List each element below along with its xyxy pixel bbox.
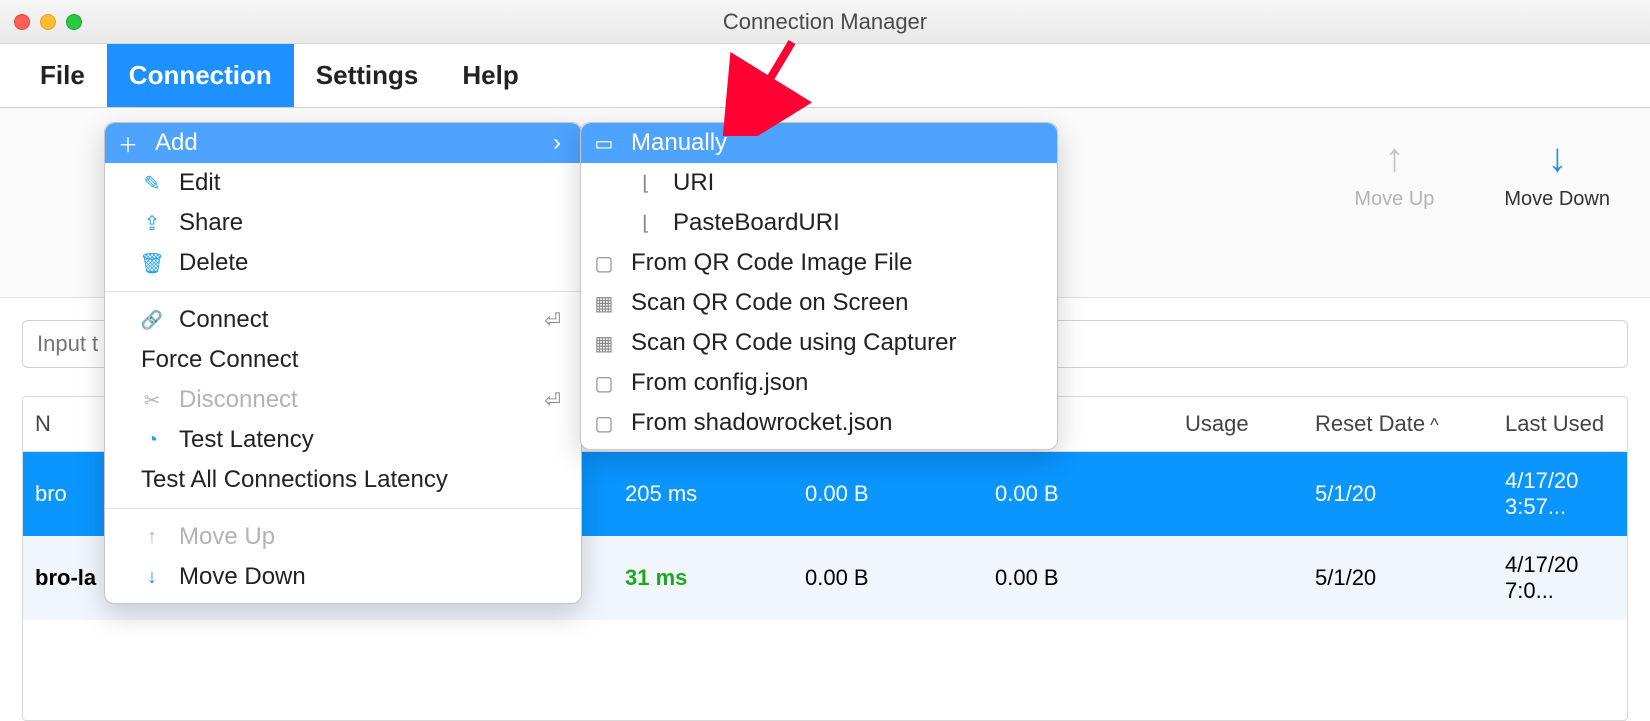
menu-file[interactable]: File <box>18 44 107 107</box>
cell-latency: 31 ms <box>613 536 793 620</box>
trash-icon: 🗑 <box>141 252 163 274</box>
cell-down: 0.00 B <box>983 536 1173 620</box>
file-icon: ▢ <box>593 372 615 394</box>
menu-test-latency-label: Test Latency <box>179 426 314 454</box>
window-title: Connection Manager <box>0 9 1650 35</box>
file-icon: ▢ <box>593 252 615 274</box>
submenu-qr-screen[interactable]: ▦ Scan QR Code on Screen <box>581 283 1057 323</box>
menu-separator <box>105 508 581 509</box>
menu-move-up: ↑ Move Up <box>105 517 581 557</box>
cell-down: 0.00 B <box>983 452 1173 537</box>
cell-up: 0.00 B <box>793 452 983 537</box>
submenu-qr-screen-label: Scan QR Code on Screen <box>631 289 909 317</box>
col-reset-date[interactable]: Reset Date <box>1303 397 1493 452</box>
chevron-right-icon: › <box>553 129 561 157</box>
submenu-uri-label: URI <box>673 169 714 197</box>
submenu-config-json[interactable]: ▢ From config.json <box>581 363 1057 403</box>
menu-move-up-label: Move Up <box>179 523 275 551</box>
menu-disconnect-label: Disconnect <box>179 386 298 414</box>
submenu-qr-capturer[interactable]: ▦ Scan QR Code using Capturer <box>581 323 1057 363</box>
menu-test-all[interactable]: Test All Connections Latency <box>105 460 581 500</box>
text-icon: ⌊ <box>635 172 657 194</box>
table-row-empty <box>23 620 1627 720</box>
toolbar-move-up[interactable]: ↑ Move Up <box>1354 138 1434 211</box>
menu-move-down[interactable]: ↓ Move Down <box>105 557 581 597</box>
menu-bar: File Connection Settings Help <box>0 44 1650 108</box>
menu-disconnect-shortcut: ⏎ <box>544 388 561 413</box>
arrow-down-icon: ↓ <box>141 566 163 588</box>
qr-icon: ▦ <box>593 332 615 354</box>
menu-edit[interactable]: ✎ Edit <box>105 163 581 203</box>
menu-test-latency[interactable]: ◔ Test Latency <box>105 420 581 460</box>
qr-icon: ▦ <box>593 292 615 314</box>
menu-share-label: Share <box>179 209 243 237</box>
col-name[interactable]: N <box>23 397 113 452</box>
file-icon: ▢ <box>593 412 615 434</box>
cell-reset: 5/1/20 <box>1303 452 1493 537</box>
cell-last-used: 4/17/20 3:57... <box>1493 452 1627 537</box>
menu-connect-shortcut: ⏎ <box>544 308 561 333</box>
arrow-up-icon: ↑ <box>1384 138 1404 178</box>
menu-edit-label: Edit <box>179 169 220 197</box>
menu-share[interactable]: ⇪ Share <box>105 203 581 243</box>
plus-icon: ＋ <box>117 132 139 154</box>
add-submenu: ▭ Manually ⌊ URI ⌊ PasteBoardURI ▢ From … <box>580 122 1058 450</box>
cell-latency: 205 ms <box>613 452 793 537</box>
gauge-icon: ◔ <box>141 429 163 451</box>
arrow-up-icon: ↑ <box>141 526 163 548</box>
submenu-manually[interactable]: ▭ Manually <box>581 123 1057 163</box>
menu-separator <box>105 291 581 292</box>
submenu-manually-label: Manually <box>631 129 727 157</box>
cell-name: bro-la <box>23 536 113 620</box>
menu-connect-label: Connect <box>179 306 268 334</box>
connection-dropdown: ＋ Add › ✎ Edit ⇪ Share 🗑 Delete 🔗 Connec… <box>104 122 582 604</box>
window-titlebar: Connection Manager <box>0 0 1650 44</box>
submenu-qr-file-label: From QR Code Image File <box>631 249 912 277</box>
link-icon: 🔗 <box>141 309 163 331</box>
menu-add[interactable]: ＋ Add › <box>105 123 581 163</box>
menu-force-connect[interactable]: Force Connect <box>105 340 581 380</box>
menu-disconnect: ✂ Disconnect ⏎ <box>105 380 581 420</box>
share-icon: ⇪ <box>141 212 163 234</box>
menu-help[interactable]: Help <box>440 44 540 107</box>
toolbar-move-down[interactable]: ↓ Move Down <box>1504 138 1610 211</box>
toolbar-move-up-label: Move Up <box>1354 188 1434 211</box>
toolbar-move-down-label: Move Down <box>1504 188 1610 211</box>
menu-force-connect-label: Force Connect <box>141 346 298 374</box>
submenu-config-json-label: From config.json <box>631 369 808 397</box>
submenu-uri[interactable]: ⌊ URI <box>581 163 1057 203</box>
unlink-icon: ✂ <box>141 389 163 411</box>
menu-test-all-label: Test All Connections Latency <box>141 466 448 494</box>
submenu-pasteboard-label: PasteBoardURI <box>673 209 840 237</box>
cell-name: bro <box>23 452 113 537</box>
cell-reset: 5/1/20 <box>1303 536 1493 620</box>
submenu-shadowrocket[interactable]: ▢ From shadowrocket.json <box>581 403 1057 443</box>
submenu-pasteboard[interactable]: ⌊ PasteBoardURI <box>581 203 1057 243</box>
submenu-shadowrocket-label: From shadowrocket.json <box>631 409 892 437</box>
menu-delete-label: Delete <box>179 249 248 277</box>
submenu-qr-capturer-label: Scan QR Code using Capturer <box>631 329 957 357</box>
arrow-down-icon: ↓ <box>1547 138 1567 178</box>
menu-add-label: Add <box>155 129 198 157</box>
submenu-qr-file[interactable]: ▢ From QR Code Image File <box>581 243 1057 283</box>
cell-last-used: 4/17/20 7:0... <box>1493 536 1627 620</box>
col-usage[interactable]: Usage <box>1173 397 1303 452</box>
book-icon: ▭ <box>593 132 615 154</box>
menu-settings[interactable]: Settings <box>294 44 441 107</box>
menu-connection[interactable]: Connection <box>107 44 294 107</box>
menu-delete[interactable]: 🗑 Delete <box>105 243 581 283</box>
cell-up: 0.00 B <box>793 536 983 620</box>
menu-move-down-label: Move Down <box>179 563 306 591</box>
menu-connect[interactable]: 🔗 Connect ⏎ <box>105 300 581 340</box>
text-icon: ⌊ <box>635 212 657 234</box>
edit-icon: ✎ <box>141 172 163 194</box>
col-last-used[interactable]: Last Used <box>1493 397 1627 452</box>
